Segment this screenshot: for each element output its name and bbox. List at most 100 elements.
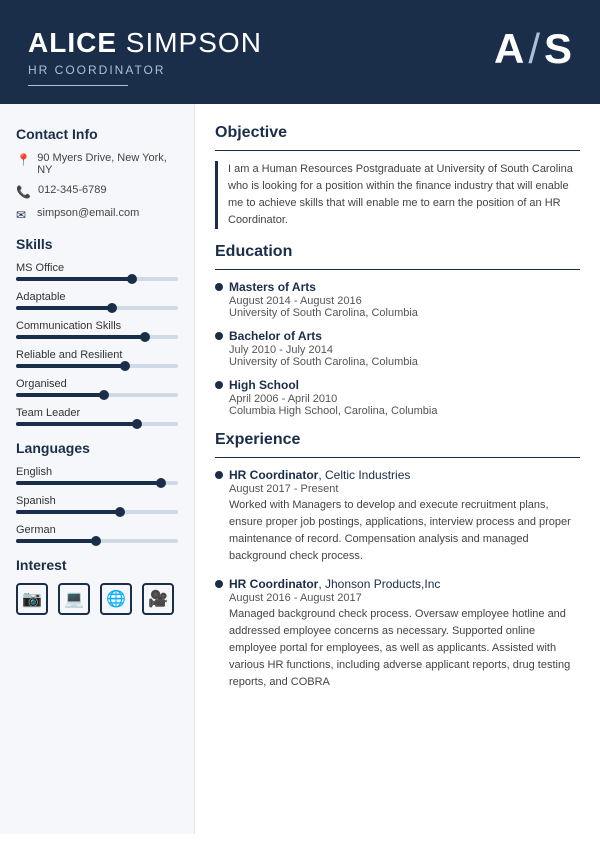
video-icon: 🎥 — [142, 583, 174, 615]
skill-label: Reliable and Resilient — [16, 349, 178, 361]
skill-bar-fill — [16, 422, 138, 426]
languages-section: Languages English Spanish German — [16, 440, 178, 543]
skill-bar-fill — [16, 393, 105, 397]
education-item: Masters of Arts August 2014 - August 201… — [215, 280, 580, 319]
skills-section-title: Skills — [16, 236, 178, 252]
language-bar-dot — [115, 507, 125, 517]
job-title: HR COORDINATOR — [28, 63, 262, 77]
languages-section-title: Languages — [16, 440, 178, 456]
contact-section-title: Contact Info — [16, 126, 178, 142]
experience-item: HR Coordinator, Jhonson Products,Inc Aug… — [215, 577, 580, 691]
initials-block: A / S — [494, 28, 572, 70]
language-label: English — [16, 466, 178, 478]
skill-bar-bg — [16, 306, 178, 310]
language-bar-fill — [16, 510, 121, 514]
language-bar-dot — [156, 478, 166, 488]
edu-item-header: Bachelor of Arts — [215, 329, 580, 343]
email-text: simpson@email.com — [37, 207, 139, 219]
skill-bar-dot — [127, 274, 137, 284]
location-icon: 📍 — [16, 153, 30, 167]
skill-bar-bg — [16, 422, 178, 426]
edu-school: Columbia High School, Carolina, Columbia — [229, 405, 580, 417]
skill-item: Organised — [16, 378, 178, 397]
computer-icon: 💻 — [58, 583, 90, 615]
objective-title: Objective — [215, 124, 580, 142]
exp-title-text: HR Coordinator, Celtic Industries — [229, 468, 410, 482]
initial-s: S — [544, 28, 572, 70]
skill-bar-fill — [16, 277, 133, 281]
experience-title: Experience — [215, 431, 580, 449]
interest-section-title: Interest — [16, 557, 178, 573]
edu-bullet — [215, 381, 223, 389]
interest-icons-row: 📷 💻 🌐 🎥 — [16, 583, 178, 615]
education-item: Bachelor of Arts July 2010 - July 2014 U… — [215, 329, 580, 368]
language-item: Spanish — [16, 495, 178, 514]
header-name-block: ALICE SIMPSON HR COORDINATOR — [28, 28, 262, 86]
first-name: ALICE — [28, 27, 117, 58]
education-title: Education — [215, 243, 580, 261]
edu-bullet — [215, 283, 223, 291]
initial-slash: / — [528, 28, 540, 70]
languages-list: English Spanish German — [16, 466, 178, 543]
exp-title-text: HR Coordinator, Jhonson Products,Inc — [229, 577, 440, 591]
skill-item: Adaptable — [16, 291, 178, 310]
language-bar-bg — [16, 539, 178, 543]
edu-degree: High School — [229, 378, 299, 392]
exp-description: Worked with Managers to develop and exec… — [229, 497, 580, 565]
edu-item-header: High School — [215, 378, 580, 392]
language-label: German — [16, 524, 178, 536]
skill-item: MS Office — [16, 262, 178, 281]
resume-body: Contact Info 📍 90 Myers Drive, New York,… — [0, 104, 600, 834]
contact-email: ✉ simpson@email.com — [16, 207, 178, 222]
skills-section: Skills MS Office Adaptable Communication… — [16, 236, 178, 426]
skill-bar-bg — [16, 277, 178, 281]
skill-item: Team Leader — [16, 407, 178, 426]
skill-label: Team Leader — [16, 407, 178, 419]
skill-bar-dot — [99, 390, 109, 400]
experience-list: HR Coordinator, Celtic Industries August… — [215, 468, 580, 691]
contact-phone: 📞 012-345-6789 — [16, 184, 178, 199]
objective-text: I am a Human Resources Postgraduate at U… — [215, 161, 580, 229]
objective-divider — [215, 150, 580, 151]
edu-dates: April 2006 - April 2010 — [229, 393, 580, 405]
skill-bar-bg — [16, 393, 178, 397]
skill-item: Communication Skills — [16, 320, 178, 339]
exp-role: HR Coordinator — [229, 468, 318, 482]
header-divider — [28, 85, 128, 86]
edu-dates: August 2014 - August 2016 — [229, 295, 580, 307]
full-name: ALICE SIMPSON — [28, 28, 262, 59]
language-item: German — [16, 524, 178, 543]
education-list: Masters of Arts August 2014 - August 201… — [215, 280, 580, 417]
skill-bar-fill — [16, 335, 146, 339]
main-content: Objective I am a Human Resources Postgra… — [195, 104, 600, 834]
edu-bullet — [215, 332, 223, 340]
exp-bullet — [215, 471, 223, 479]
skill-bar-bg — [16, 364, 178, 368]
exp-company: , Celtic Industries — [318, 468, 410, 482]
edu-degree: Masters of Arts — [229, 280, 316, 294]
skill-bar-dot — [132, 419, 142, 429]
experience-divider — [215, 457, 580, 458]
skill-label: Organised — [16, 378, 178, 390]
skill-bar-dot — [107, 303, 117, 313]
resume-header: ALICE SIMPSON HR COORDINATOR A / S — [0, 0, 600, 104]
camera-icon: 📷 — [16, 583, 48, 615]
education-divider — [215, 269, 580, 270]
skill-item: Reliable and Resilient — [16, 349, 178, 368]
edu-school: University of South Carolina, Columbia — [229, 356, 580, 368]
skill-label: MS Office — [16, 262, 178, 274]
skill-bar-dot — [140, 332, 150, 342]
language-bar-fill — [16, 539, 97, 543]
initial-a: A — [494, 28, 524, 70]
exp-description: Managed background check process. Oversa… — [229, 606, 580, 691]
skills-list: MS Office Adaptable Communication Skills — [16, 262, 178, 426]
last-name: SIMPSON — [126, 27, 262, 58]
email-icon: ✉ — [16, 208, 30, 222]
exp-company: , Jhonson Products,Inc — [318, 577, 440, 591]
skill-bar-dot — [120, 361, 130, 371]
edu-dates: July 2010 - July 2014 — [229, 344, 580, 356]
address-text: 90 Myers Drive, New York, NY — [37, 152, 178, 176]
language-label: Spanish — [16, 495, 178, 507]
phone-text: 012-345-6789 — [38, 184, 107, 196]
edu-school: University of South Carolina, Columbia — [229, 307, 580, 319]
